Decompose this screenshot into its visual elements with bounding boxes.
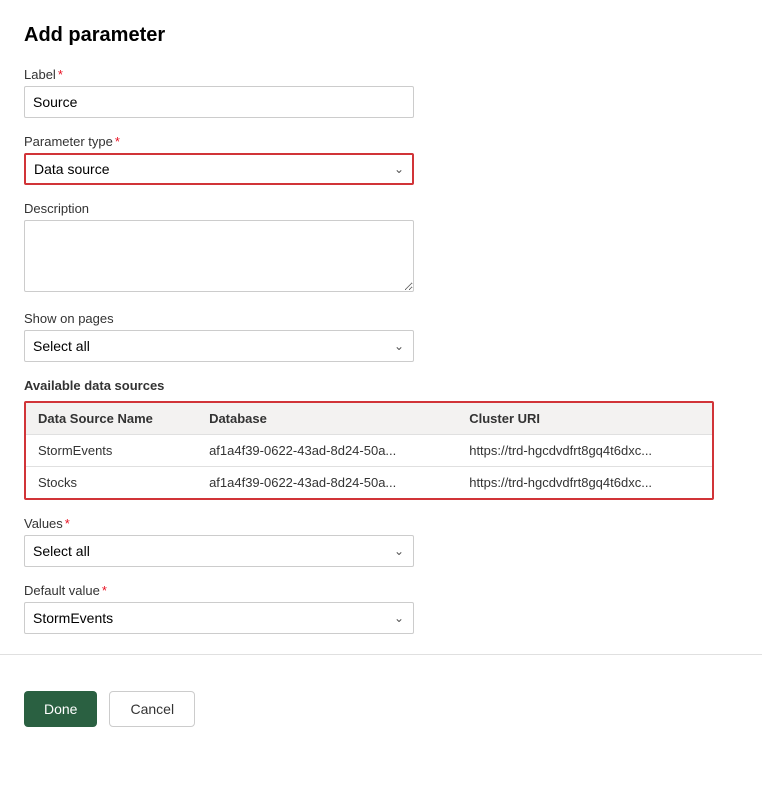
values-required-star: * [65, 516, 70, 531]
available-data-sources-label: Available data sources [24, 378, 738, 393]
values-select[interactable]: Select all [24, 535, 414, 567]
parameter-type-select[interactable]: Data source Text Number Boolean [24, 153, 414, 185]
parameter-type-select-wrapper: Data source Text Number Boolean ⌄ [24, 153, 414, 185]
done-button[interactable]: Done [24, 691, 97, 727]
data-sources-table: Data Source Name Database Cluster URI St… [26, 403, 712, 498]
show-on-pages-select[interactable]: Select all [24, 330, 414, 362]
label-input[interactable] [24, 86, 414, 118]
default-value-field-group: Default value* StormEvents Stocks ⌄ [24, 583, 738, 634]
table-row[interactable]: Stocks af1a4f39-0622-43ad-8d24-50a... ht… [26, 467, 712, 499]
label-required-star: * [58, 67, 63, 82]
dialog-title: Add parameter [24, 24, 738, 47]
values-select-wrapper: Select all ⌄ [24, 535, 414, 567]
description-input[interactable] [24, 220, 414, 292]
parameter-type-field-group: Parameter type* Data source Text Number … [24, 134, 738, 185]
col-header-database: Database [197, 403, 457, 435]
show-on-pages-label: Show on pages [24, 311, 738, 326]
default-value-select[interactable]: StormEvents Stocks [24, 602, 414, 634]
cell-name: StormEvents [26, 435, 197, 467]
cell-name: Stocks [26, 467, 197, 499]
default-value-label: Default value* [24, 583, 738, 598]
footer-divider [0, 654, 762, 655]
parameter-type-label: Parameter type* [24, 134, 738, 149]
col-header-cluster-uri: Cluster URI [457, 403, 712, 435]
show-on-pages-field-group: Show on pages Select all ⌄ [24, 311, 738, 362]
table-row[interactable]: StormEvents af1a4f39-0622-43ad-8d24-50a.… [26, 435, 712, 467]
label-field-label: Label* [24, 67, 738, 82]
label-field-group: Label* [24, 67, 738, 118]
default-value-select-wrapper: StormEvents Stocks ⌄ [24, 602, 414, 634]
description-label: Description [24, 201, 738, 216]
cell-database: af1a4f39-0622-43ad-8d24-50a... [197, 467, 457, 499]
available-data-sources-group: Available data sources Data Source Name … [24, 378, 738, 500]
cell-cluster-uri: https://trd-hgcdvdfrt8gq4t6dxc... [457, 467, 712, 499]
param-type-required-star: * [115, 134, 120, 149]
data-sources-table-container: Data Source Name Database Cluster URI St… [24, 401, 714, 500]
cell-database: af1a4f39-0622-43ad-8d24-50a... [197, 435, 457, 467]
data-sources-table-header: Data Source Name Database Cluster URI [26, 403, 712, 435]
show-on-pages-select-wrapper: Select all ⌄ [24, 330, 414, 362]
description-field-group: Description [24, 201, 738, 295]
values-label: Values* [24, 516, 738, 531]
add-parameter-dialog: Add parameter Label* Parameter type* Dat… [0, 0, 762, 634]
data-sources-table-body: StormEvents af1a4f39-0622-43ad-8d24-50a.… [26, 435, 712, 499]
footer-actions: Done Cancel [0, 675, 762, 743]
cancel-button[interactable]: Cancel [109, 691, 195, 727]
cell-cluster-uri: https://trd-hgcdvdfrt8gq4t6dxc... [457, 435, 712, 467]
default-value-required-star: * [102, 583, 107, 598]
col-header-name: Data Source Name [26, 403, 197, 435]
table-header-row: Data Source Name Database Cluster URI [26, 403, 712, 435]
values-field-group: Values* Select all ⌄ [24, 516, 738, 567]
